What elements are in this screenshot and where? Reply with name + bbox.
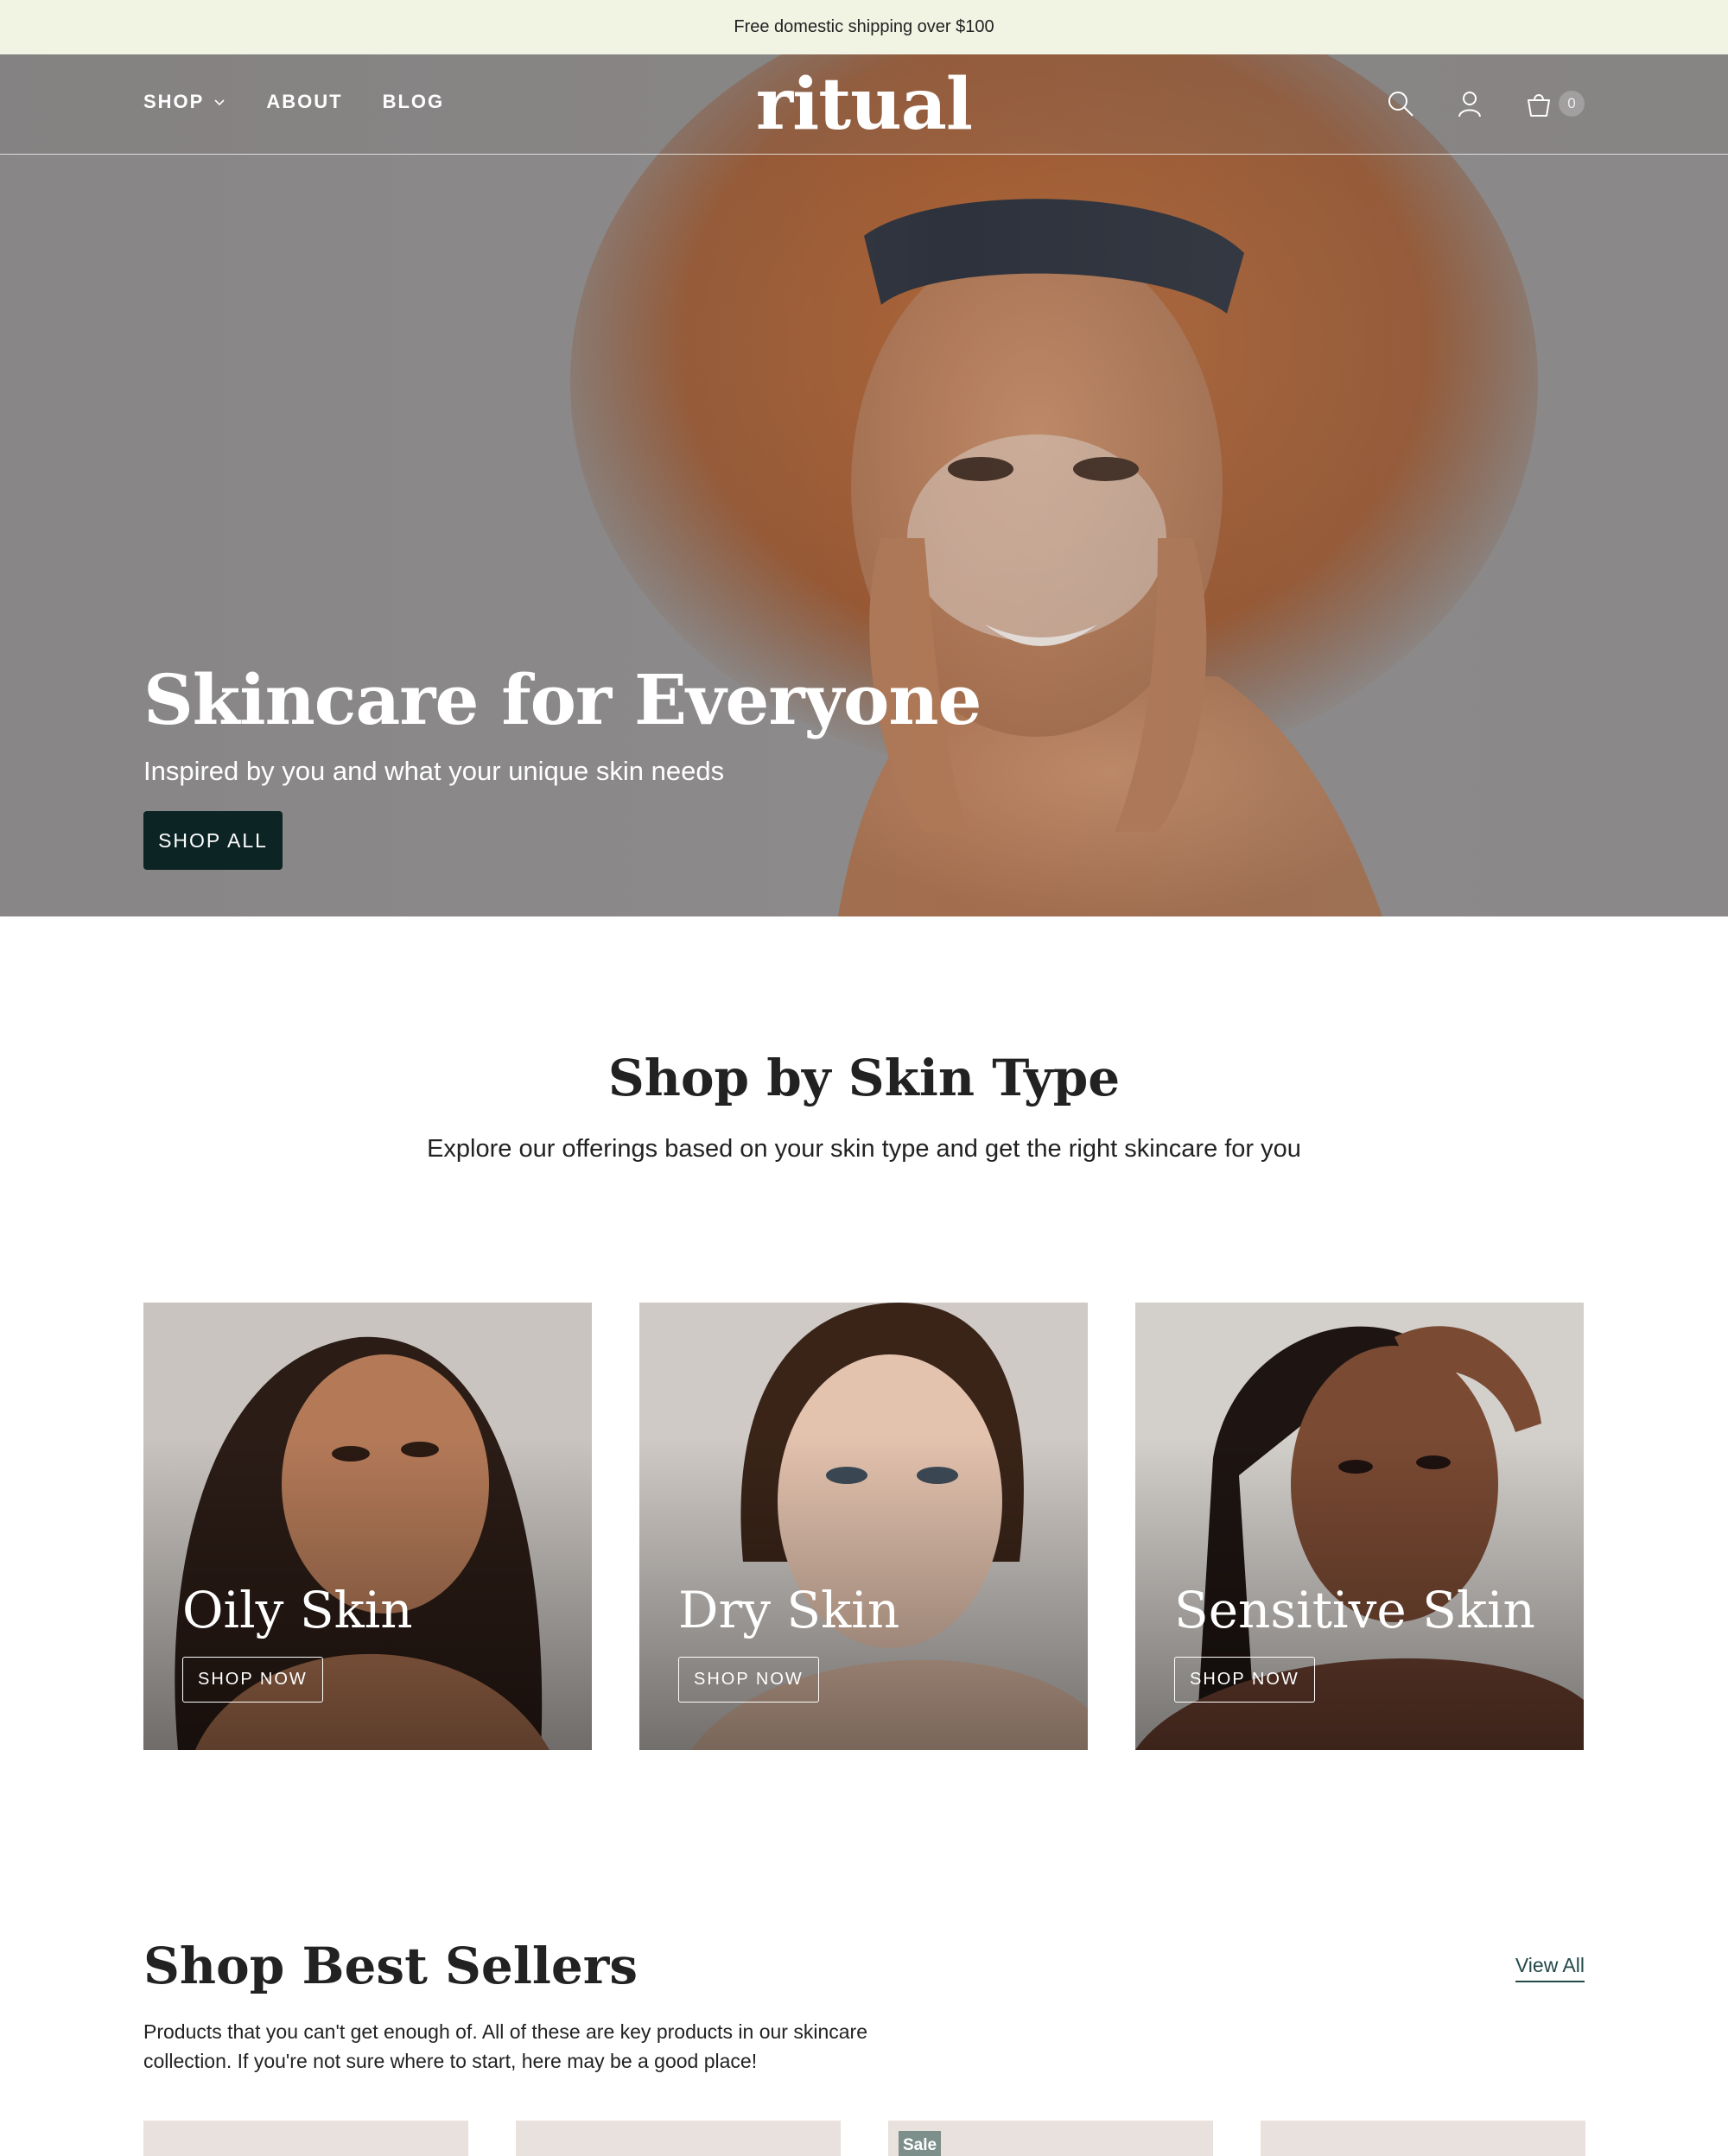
hero-banner: SHOP ABOUT BLOG ritual 0 Skincare for Ev… <box>0 54 1728 916</box>
product-card[interactable]: Sale <box>888 2121 1213 2156</box>
oily-skin-shop-now-button[interactable]: SHOP NOW <box>182 1657 323 1703</box>
skin-type-cards: Oily Skin SHOP NOW Dry Skin SHOP NOW Sen… <box>143 1303 1584 1750</box>
card-sensitive-skin[interactable]: Sensitive Skin SHOP NOW <box>1135 1303 1584 1750</box>
best-sellers-heading: Shop Best Sellers <box>143 1937 638 1995</box>
shop-all-button[interactable]: SHOP ALL <box>143 811 283 870</box>
card-title: Sensitive Skin <box>1174 1581 1535 1639</box>
hero-subtitle: Inspired by you and what your unique ski… <box>143 756 725 786</box>
card-dry-skin[interactable]: Dry Skin SHOP NOW <box>639 1303 1088 1750</box>
hero-overlay <box>0 54 1728 916</box>
view-all-link[interactable]: View All <box>1515 1954 1585 1982</box>
product-card[interactable] <box>143 2121 468 2156</box>
best-sellers-description: Products that you can't get enough of. A… <box>143 2020 867 2072</box>
skin-type-subtitle: Explore our offerings based on your skin… <box>427 1135 1301 1163</box>
product-card[interactable] <box>516 2121 841 2156</box>
skin-type-heading: Shop by Skin Type <box>607 1049 1121 1107</box>
hero-title: Skincare for Everyone <box>143 659 982 740</box>
sale-badge: Sale <box>899 2131 942 2156</box>
card-title: Oily Skin <box>182 1581 413 1639</box>
cart-count-badge: 0 <box>1559 91 1585 117</box>
dry-skin-shop-now-button[interactable]: SHOP NOW <box>678 1657 819 1703</box>
sensitive-skin-shop-now-button[interactable]: SHOP NOW <box>1174 1657 1315 1703</box>
product-card[interactable] <box>1261 2121 1585 2156</box>
announcement-text: Free domestic shipping over $100 <box>734 17 994 36</box>
search-icon[interactable] <box>1386 89 1415 118</box>
site-header: SHOP ABOUT BLOG ritual 0 <box>0 54 1728 155</box>
announcement-bar: Free domestic shipping over $100 <box>0 0 1728 54</box>
account-icon[interactable] <box>1455 89 1484 118</box>
card-title: Dry Skin <box>678 1581 900 1639</box>
header-actions: 0 <box>1386 89 1585 118</box>
cart-button[interactable]: 0 <box>1524 89 1585 118</box>
cart-icon <box>1528 94 1550 117</box>
product-grid: Sale <box>143 2121 1585 2156</box>
card-oily-skin[interactable]: Oily Skin SHOP NOW <box>143 1303 592 1750</box>
